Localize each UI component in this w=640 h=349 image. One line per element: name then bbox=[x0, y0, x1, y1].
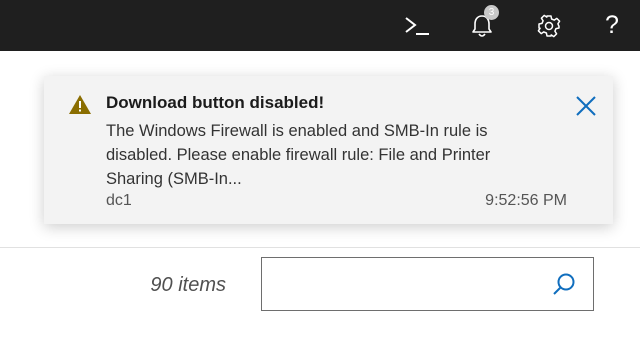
terminal-icon[interactable] bbox=[398, 0, 436, 51]
settings-button[interactable] bbox=[530, 0, 568, 51]
search-box bbox=[261, 257, 594, 311]
search-button[interactable] bbox=[534, 258, 593, 310]
help-button[interactable]: ? bbox=[596, 0, 628, 51]
notifications-button[interactable]: 3 bbox=[462, 0, 502, 51]
search-icon bbox=[551, 271, 577, 297]
close-notification-button[interactable] bbox=[575, 95, 597, 117]
notification-count-badge: 3 bbox=[484, 5, 499, 20]
top-bar: 3 ? bbox=[0, 0, 640, 51]
help-icon: ? bbox=[605, 11, 619, 39]
notification-source: dc1 bbox=[106, 192, 132, 209]
notification-time: 9:52:56 PM bbox=[485, 192, 567, 209]
gear-icon bbox=[537, 14, 561, 38]
close-icon bbox=[575, 95, 597, 122]
notification-toast: Download button disabled! The Windows Fi… bbox=[44, 76, 613, 224]
notification-message: The Windows Firewall is enabled and SMB-… bbox=[106, 122, 491, 188]
divider bbox=[0, 247, 640, 248]
item-count: 90 items bbox=[150, 274, 226, 296]
notification-title: Download button disabled! bbox=[106, 93, 325, 112]
search-input[interactable] bbox=[262, 258, 532, 310]
warning-icon bbox=[68, 94, 92, 120]
